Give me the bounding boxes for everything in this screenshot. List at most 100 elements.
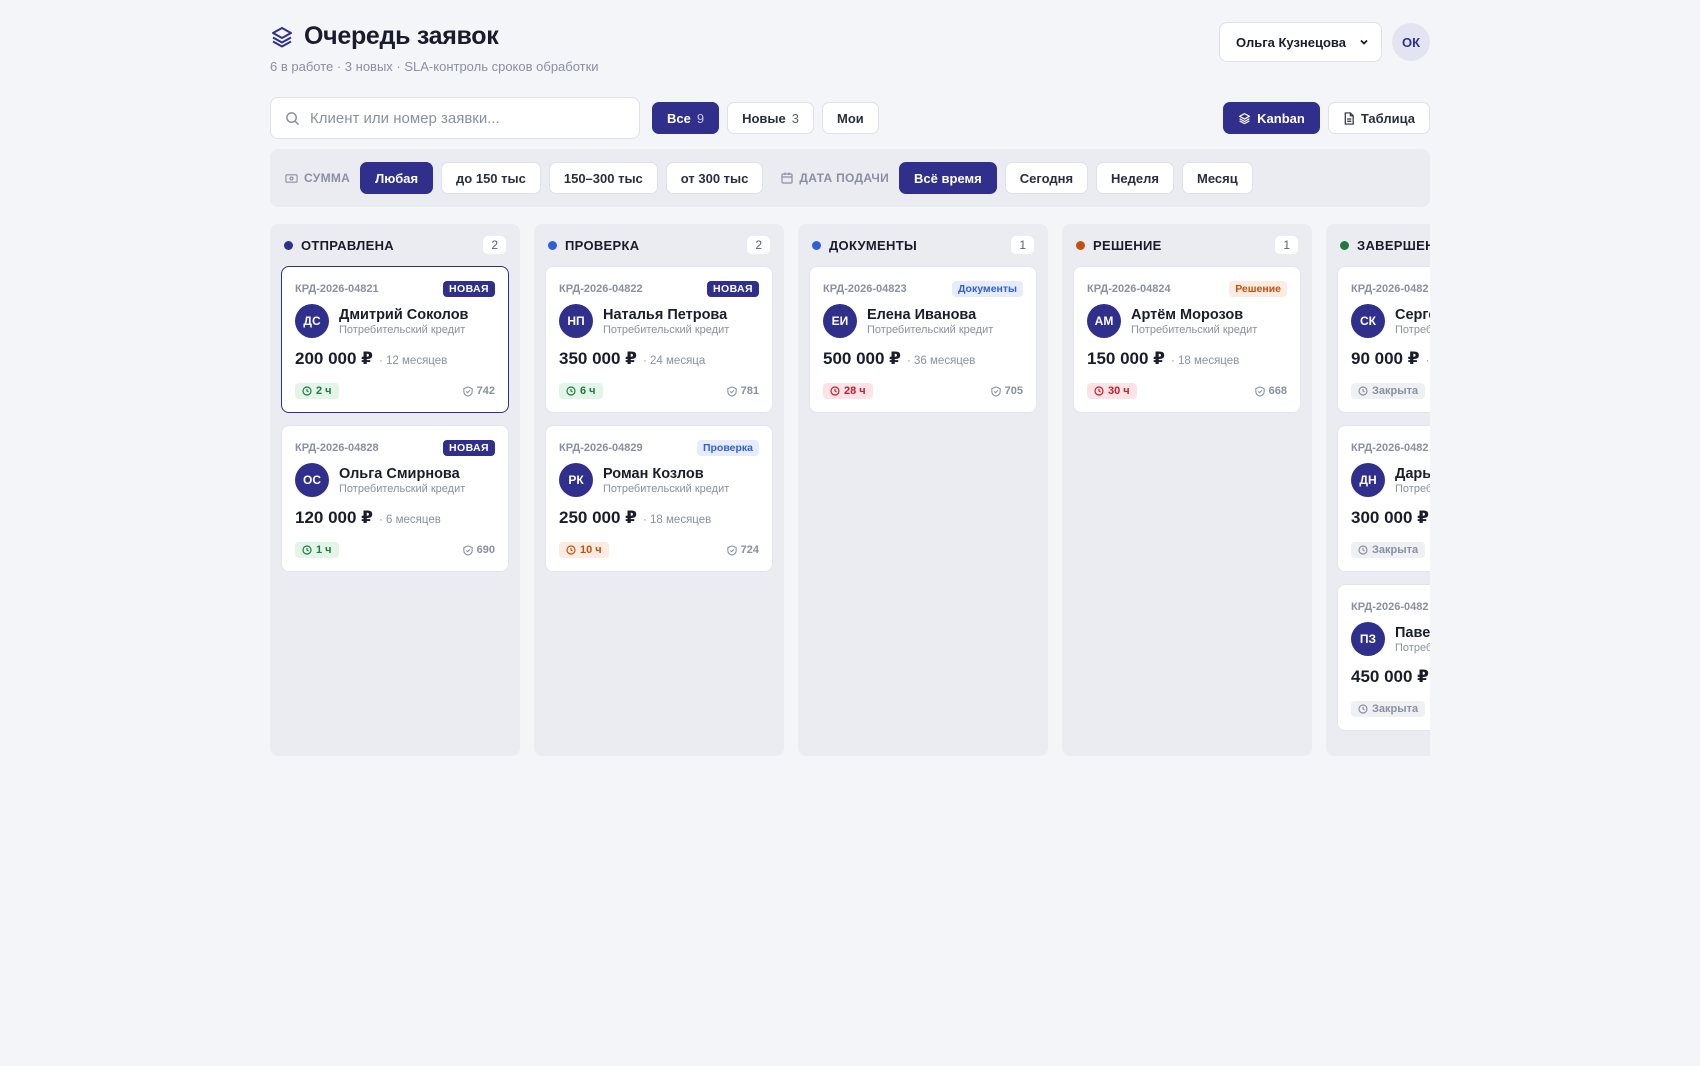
sla-badge: Закрыта bbox=[1351, 383, 1426, 399]
banknote-icon bbox=[285, 173, 298, 184]
column-count: 2 bbox=[483, 236, 506, 254]
status-badge: НОВАЯ bbox=[707, 281, 759, 297]
loan-amount: 350 000 ₽ bbox=[559, 349, 638, 368]
clock-icon bbox=[1358, 545, 1368, 555]
loan-term: · 36 месяцев bbox=[907, 355, 976, 367]
view-table-label: Таблица bbox=[1360, 110, 1415, 126]
view-kanban-button[interactable]: Kanban bbox=[1223, 102, 1320, 134]
application-card[interactable]: КРД-2026-04829 Проверка РК Роман Козлов … bbox=[545, 425, 773, 572]
document-icon bbox=[1343, 111, 1355, 125]
sla-value: 6 ч bbox=[580, 385, 596, 397]
user-select-value: Ольга Кузнецова bbox=[1236, 34, 1346, 50]
credit-score-value: 690 bbox=[476, 544, 495, 556]
date-filter-week[interactable]: Неделя bbox=[1096, 162, 1174, 194]
application-id: КРД-2026-04828 bbox=[295, 442, 379, 454]
avatar: ПЗ bbox=[1351, 622, 1385, 656]
shield-icon bbox=[990, 385, 1001, 397]
loan-amount: 200 000 ₽ bbox=[295, 349, 374, 368]
application-card[interactable]: КРД-2026-0482 ПЗ Паве Потреб 450 000 ₽ З… bbox=[1337, 584, 1430, 731]
tab-new-count: 3 bbox=[791, 110, 799, 126]
sla-value: 10 ч bbox=[580, 544, 602, 556]
sum-filter-150-300[interactable]: 150–300 тыс bbox=[548, 162, 658, 194]
avatar[interactable]: ОК bbox=[1392, 23, 1430, 61]
product-type: Потребительский кредит bbox=[603, 323, 730, 336]
date-filter-all-time[interactable]: Всё время bbox=[899, 162, 997, 194]
application-card[interactable]: КРД-2026-04821 НОВАЯ ДС Дмитрий Соколов … bbox=[281, 266, 509, 413]
clock-icon bbox=[830, 386, 840, 396]
column-header: ОТПРАВЛЕНА 2 bbox=[281, 236, 509, 254]
loan-term: · 18 месяцев bbox=[1171, 355, 1240, 367]
kanban-board: ОТПРАВЛЕНА 2 КРД-2026-04821 НОВАЯ ДС Дмит… bbox=[270, 224, 1430, 756]
credit-score: 668 bbox=[1254, 385, 1287, 397]
layers-icon bbox=[1238, 112, 1251, 125]
product-type: Потреб bbox=[1395, 482, 1430, 495]
sla-value: Закрыта bbox=[1372, 544, 1419, 556]
shield-icon bbox=[462, 544, 473, 556]
filter-bar: СУММА Любая до 150 тыс 150–300 тыс от 30… bbox=[270, 149, 1430, 207]
sla-badge: 2 ч bbox=[295, 383, 339, 399]
credit-score-value: 742 bbox=[476, 385, 495, 397]
tab-new[interactable]: Новые 3 bbox=[727, 102, 814, 134]
column-header: ДОКУМЕНТЫ 1 bbox=[809, 236, 1037, 254]
application-card[interactable]: КРД-2026-04824 Решение АМ Артём Морозов … bbox=[1073, 266, 1301, 413]
user-select[interactable]: Ольга Кузнецова bbox=[1219, 22, 1382, 62]
credit-score-value: 781 bbox=[740, 385, 759, 397]
date-filter-label-text: ДАТА ПОДАЧИ bbox=[799, 171, 890, 185]
avatar: ЕИ bbox=[823, 304, 857, 338]
loan-amount: 150 000 ₽ bbox=[1087, 349, 1166, 368]
app: Очередь заявок 6 в работе · 3 новых · SL… bbox=[270, 22, 1430, 756]
search-input[interactable] bbox=[310, 109, 620, 127]
loan-amount: 250 000 ₽ bbox=[559, 508, 638, 527]
application-card[interactable]: КРД-2026-0482 СК Серге Потреб 90 000 ₽ · bbox=[1337, 266, 1430, 413]
product-type: Потреб bbox=[1395, 641, 1430, 654]
avatar: НП bbox=[559, 304, 593, 338]
sla-badge: 30 ч bbox=[1087, 383, 1137, 399]
shield-icon bbox=[726, 544, 737, 556]
status-dot bbox=[812, 240, 821, 250]
clock-icon bbox=[302, 386, 312, 396]
tab-mine-label: Мои bbox=[836, 110, 864, 126]
sum-filter-under-150[interactable]: до 150 тыс bbox=[441, 162, 541, 194]
loan-term: · 12 месяцев bbox=[379, 355, 448, 367]
clock-icon bbox=[1358, 386, 1368, 396]
kanban-column: РЕШЕНИЕ 1 КРД-2026-04824 Решение АМ Артём… bbox=[1062, 224, 1312, 756]
sla-badge: 6 ч bbox=[559, 383, 603, 399]
application-card[interactable]: КРД-2026-04822 НОВАЯ НП Наталья Петрова … bbox=[545, 266, 773, 413]
client-name: Дмитрий Соколов bbox=[339, 306, 469, 323]
application-card[interactable]: КРД-2026-04828 НОВАЯ ОС Ольга Смирнова П… bbox=[281, 425, 509, 572]
product-type: Потребительский кредит bbox=[339, 482, 466, 495]
date-filter-today[interactable]: Сегодня bbox=[1004, 162, 1089, 194]
status-dot bbox=[284, 240, 293, 250]
sum-filter-over-300[interactable]: от 300 тыс bbox=[665, 162, 764, 194]
sla-value: 1 ч bbox=[316, 544, 332, 556]
loan-amount: 120 000 ₽ bbox=[295, 508, 374, 527]
date-filter-month[interactable]: Месяц bbox=[1181, 162, 1253, 194]
tab-all[interactable]: Все 9 bbox=[652, 102, 720, 134]
sla-value: Закрыта bbox=[1372, 385, 1419, 397]
column-header: ПРОВЕРКА 2 bbox=[545, 236, 773, 254]
credit-score-value: 705 bbox=[1004, 385, 1023, 397]
client-name: Ольга Смирнова bbox=[339, 465, 460, 482]
clock-icon bbox=[1094, 386, 1104, 396]
sum-filter-label: СУММА bbox=[285, 171, 350, 185]
product-type: Потребительский кредит bbox=[339, 323, 466, 336]
view-table-button[interactable]: Таблица bbox=[1327, 102, 1430, 134]
avatar: АМ bbox=[1087, 304, 1121, 338]
date-filter-label: ДАТА ПОДАЧИ bbox=[781, 171, 889, 185]
column-title: ЗАВЕРШЕН bbox=[1357, 237, 1430, 253]
sla-badge: 10 ч bbox=[559, 542, 609, 558]
kanban-column: ПРОВЕРКА 2 КРД-2026-04822 НОВАЯ НП Наталь… bbox=[534, 224, 784, 756]
application-card[interactable]: КРД-2026-0482 ДН Дарь Потреб 300 000 ₽ З… bbox=[1337, 425, 1430, 572]
client-name: Елена Иванова bbox=[867, 306, 977, 323]
avatar: СК bbox=[1351, 304, 1385, 338]
sla-value: Закрыта bbox=[1372, 703, 1419, 715]
sum-filter-any[interactable]: Любая bbox=[360, 162, 434, 194]
column-title: ПРОВЕРКА bbox=[565, 237, 640, 253]
tab-mine[interactable]: Мои bbox=[821, 102, 879, 134]
client-name: Артём Морозов bbox=[1131, 306, 1244, 323]
application-card[interactable]: КРД-2026-04823 Документы ЕИ Елена Иванов… bbox=[809, 266, 1037, 413]
status-badge: НОВАЯ bbox=[443, 440, 495, 456]
status-badge: Документы bbox=[951, 281, 1023, 297]
loan-amount: 450 000 ₽ bbox=[1351, 667, 1430, 686]
sla-badge: Закрыта bbox=[1351, 542, 1426, 558]
